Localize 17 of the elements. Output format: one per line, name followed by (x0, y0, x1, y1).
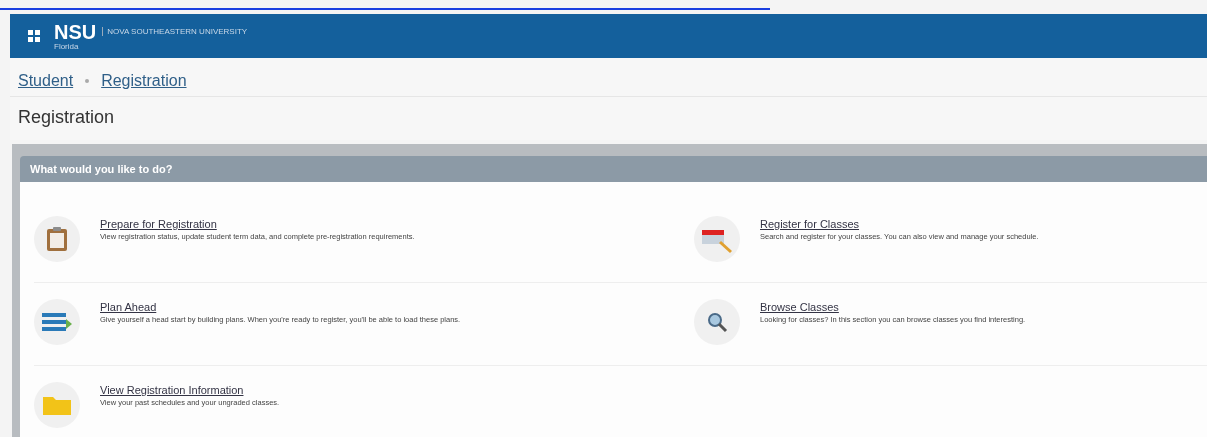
list-plus-icon (40, 311, 74, 333)
magnifier-icon (705, 310, 729, 334)
logo-text: NSU (54, 21, 97, 42)
clipboard-icon (46, 226, 68, 252)
breadcrumb-link[interactable]: Registration (101, 72, 187, 90)
app-grid-icon[interactable] (28, 30, 40, 42)
breadcrumb-separator-icon (85, 79, 90, 83)
item-link[interactable]: View Registration Information (100, 384, 280, 396)
panel-title: What would you like to do? (30, 163, 173, 175)
item-link[interactable]: Register for Classes (760, 218, 1039, 230)
item-link[interactable]: Prepare for Registration (100, 218, 415, 230)
breadcrumb-link[interactable]: Student (18, 72, 74, 90)
item-link[interactable]: Plan Ahead (100, 301, 461, 313)
folder-icon (42, 394, 72, 416)
university-name: NOVA SOUTHEASTERN UNIVERSITY (102, 27, 258, 36)
campus-name: Florida (54, 41, 80, 51)
item-link[interactable]: Browse Classes (760, 301, 1026, 313)
